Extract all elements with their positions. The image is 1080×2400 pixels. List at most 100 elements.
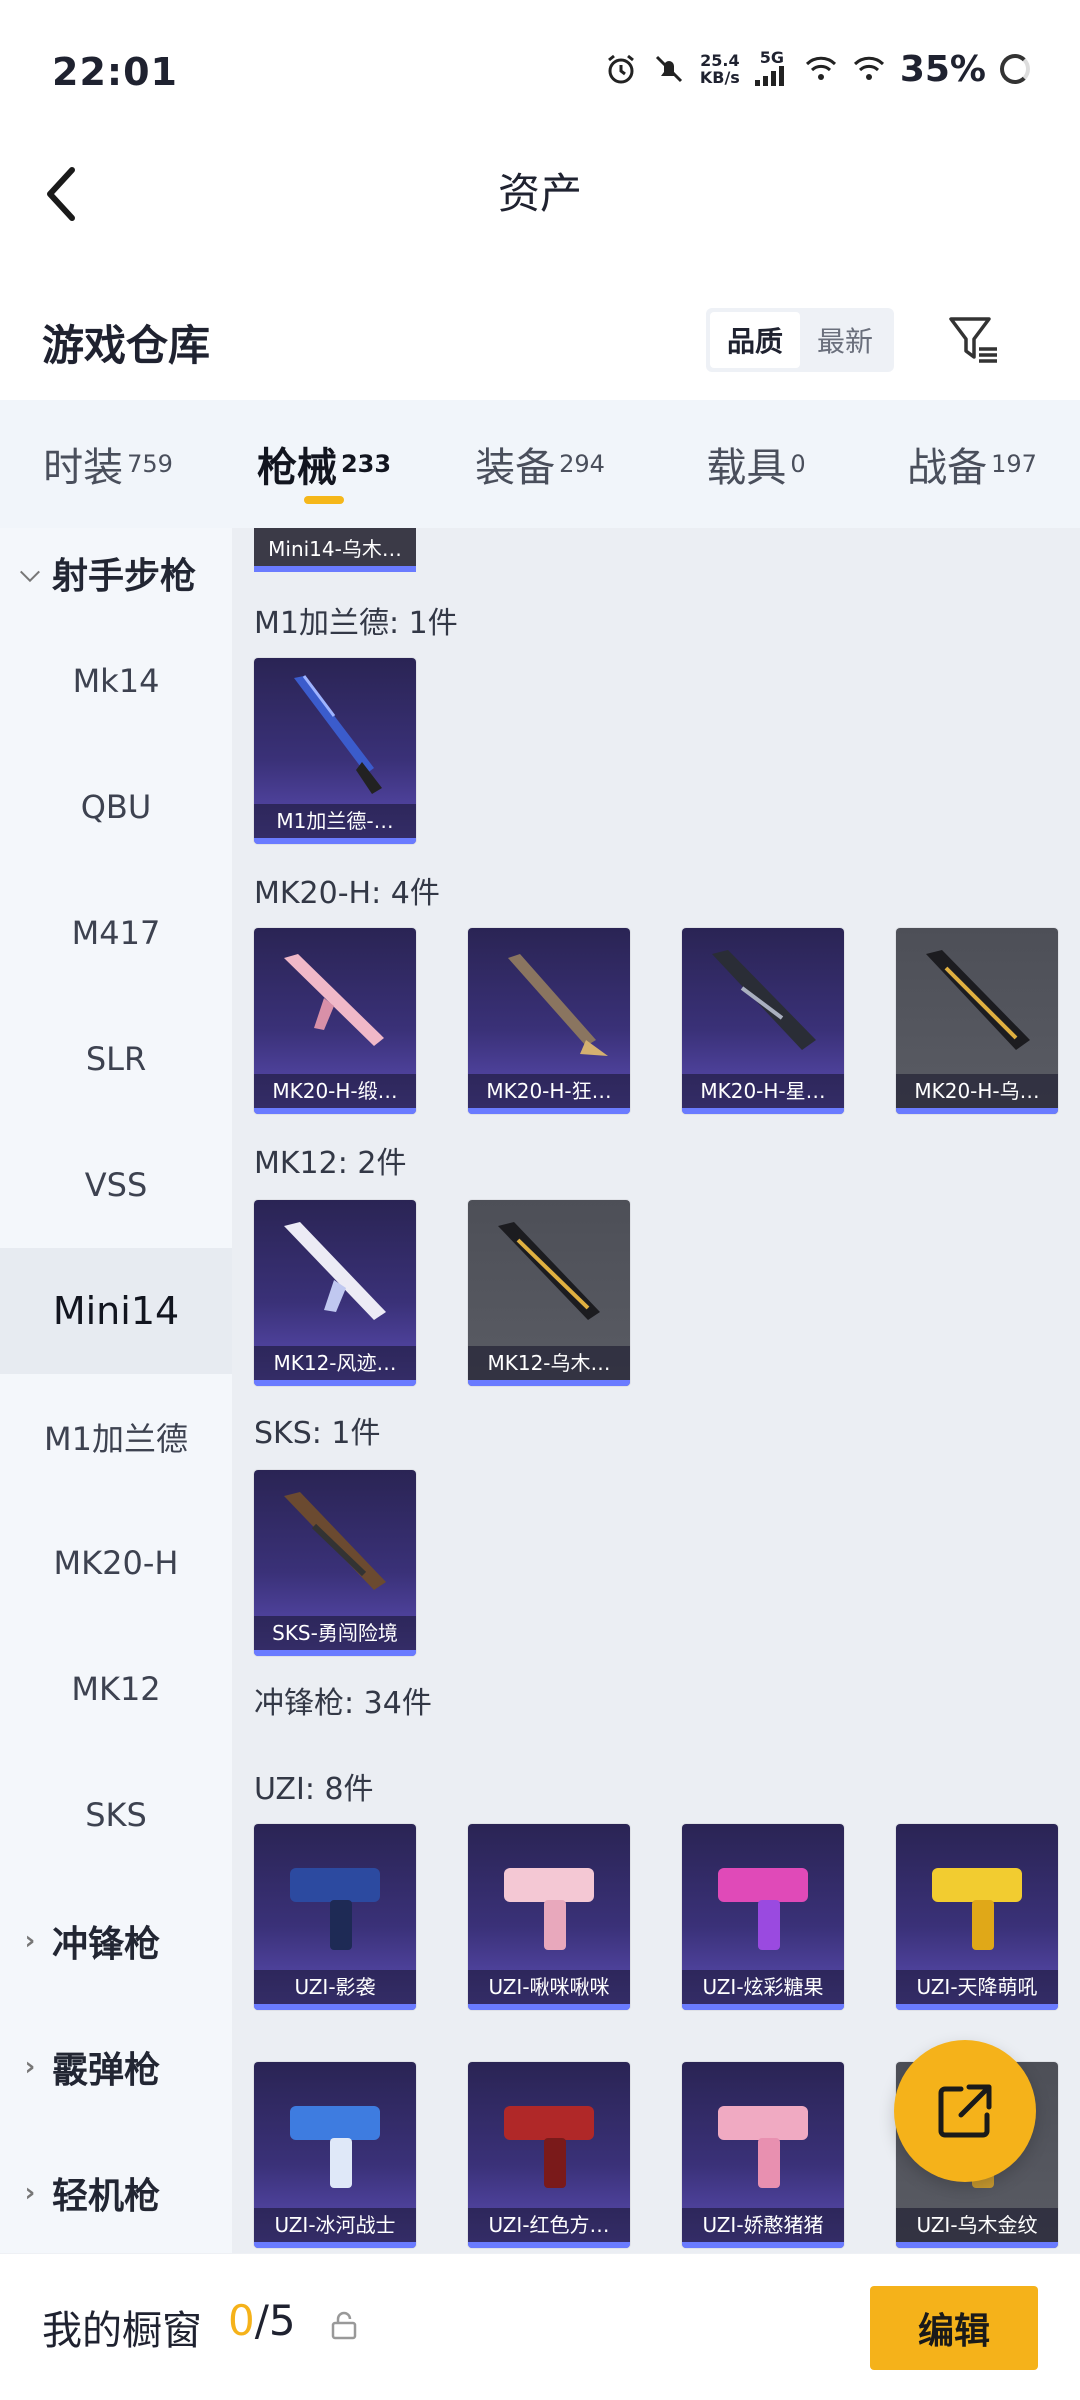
item-card[interactable]: UZI-天降萌吼 xyxy=(896,1824,1058,2010)
item-label: UZI-红色方… xyxy=(468,2208,630,2242)
item-card[interactable]: UZI-炫彩糖果 xyxy=(682,1824,844,2010)
tab-fashion[interactable]: 时装 759 xyxy=(0,400,216,528)
rifle-art-icon xyxy=(284,954,384,1046)
sidebar-item-slr[interactable]: SLR xyxy=(0,996,232,1122)
edit-button[interactable]: 编辑 xyxy=(870,2286,1038,2370)
sidebar-item-label: 轻机枪 xyxy=(52,2176,161,2217)
rifle-art-icon xyxy=(284,1492,386,1590)
smg-art-icon xyxy=(504,2106,594,2188)
quality-bar xyxy=(254,566,416,572)
quality-bar xyxy=(468,1108,630,1114)
item-card[interactable]: MK20-H-缎… xyxy=(254,928,416,1114)
item-label: MK20-H-星… xyxy=(682,1074,844,1108)
tab-label: 战备 xyxy=(907,445,988,491)
filter-button[interactable] xyxy=(938,304,1008,374)
item-card[interactable]: UZI-红色方… xyxy=(468,2062,630,2248)
chevron-right-icon: › xyxy=(24,2178,36,2208)
sidebar-category-smg[interactable]: › 冲锋枪 xyxy=(0,1878,232,2004)
sort-toggle: 品质 最新 xyxy=(706,308,894,372)
item-label: UZI-啾咪啾咪 xyxy=(468,1970,630,2004)
quality-bar xyxy=(254,1650,416,1656)
net-speed-unit: KB/s xyxy=(699,68,740,87)
item-grid: Mini14-乌木… M1加兰德: 1件 M1加兰德-… MK20-H: 4件 … xyxy=(232,528,1080,2253)
quality-bar xyxy=(468,2004,630,2010)
sort-newest-button[interactable]: 最新 xyxy=(800,312,890,368)
tab-label: 时装 xyxy=(43,445,124,491)
mute-icon xyxy=(655,55,682,83)
item-card[interactable]: UZI-冰河战士 xyxy=(254,2062,416,2248)
quality-bar xyxy=(682,2004,844,2010)
share-button[interactable] xyxy=(894,2040,1036,2182)
chevron-right-icon: › xyxy=(24,2052,36,2082)
sidebar-item-mk12[interactable]: MK12 xyxy=(0,1626,232,1752)
sort-quality-button[interactable]: 品质 xyxy=(710,312,800,368)
share-icon xyxy=(938,2084,992,2138)
tab-supplies[interactable]: 战备 197 xyxy=(864,400,1080,528)
rifle-art-icon xyxy=(498,1222,600,1320)
item-label: MK12-乌木… xyxy=(468,1346,630,1380)
net-speed: 25.4 KB/s xyxy=(700,52,740,86)
smg-art-icon xyxy=(290,1868,380,1950)
signal-icon xyxy=(754,66,784,86)
status-icons: 25.4 KB/s 5G 35% xyxy=(604,44,1030,94)
tab-equipment[interactable]: 装备 294 xyxy=(432,400,648,528)
sidebar-category-shotgun[interactable]: › 霰弹枪 xyxy=(0,2004,232,2130)
weapon-type-sidebar: ⌵ 射手步枪 Mk14 QBU M417 SLR VSS Mini14 M1加兰德… xyxy=(0,528,232,2253)
item-card[interactable]: UZI-影袭 xyxy=(254,1824,416,2010)
network-type: 5G xyxy=(754,49,790,89)
quality-bar xyxy=(254,1380,416,1386)
item-card[interactable]: UZI-娇憨猪猪 xyxy=(682,2062,844,2248)
sidebar-item-vss[interactable]: VSS xyxy=(0,1122,232,1248)
sidebar-item-qbu[interactable]: QBU xyxy=(0,744,232,870)
sidebar-item-mk20h[interactable]: MK20-H xyxy=(0,1500,232,1626)
item-label: MK20-H-缎… xyxy=(254,1074,416,1108)
item-card[interactable]: MK12-乌木… xyxy=(468,1200,630,1386)
tab-count: 759 xyxy=(127,450,173,478)
item-card[interactable]: MK20-H-狂… xyxy=(468,928,630,1114)
item-card[interactable]: MK20-H-乌… xyxy=(896,928,1058,1114)
group-title-m1-garand: M1加兰德: 1件 xyxy=(254,606,458,641)
item-label: UZI-冰河战士 xyxy=(254,2208,416,2242)
rifle-art-icon xyxy=(284,1222,386,1320)
rifle-art-icon xyxy=(712,950,816,1050)
item-card[interactable]: SKS-勇闯险境 xyxy=(254,1470,416,1656)
quality-bar xyxy=(682,1108,844,1114)
sidebar-item-m1-garand[interactable]: M1加兰德 xyxy=(0,1374,232,1500)
quality-bar xyxy=(254,2004,416,2010)
item-card[interactable]: MK20-H-星… xyxy=(682,928,844,1114)
wifi-icon-2 xyxy=(853,56,884,80)
sidebar-item-mini14[interactable]: Mini14 xyxy=(0,1248,232,1374)
item-card[interactable]: M1加兰德-… xyxy=(254,658,416,844)
group-title-mk12: MK12: 2件 xyxy=(254,1146,407,1181)
status-bar: 22:01 25.4 KB/s 5G 35% xyxy=(0,0,1080,140)
battery-ring-icon xyxy=(1000,54,1030,84)
status-time: 22:01 xyxy=(52,50,178,94)
warehouse-title: 游戏仓库 xyxy=(42,321,211,370)
item-label: MK12-风迹… xyxy=(254,1346,416,1380)
category-tabs: 时装 759 枪械 233 装备 294 载具 0 战备 197 xyxy=(0,400,1080,528)
sidebar-item-sks[interactable]: SKS xyxy=(0,1752,232,1878)
showcase-bar: 我的橱窗 0/5 编辑 xyxy=(0,2253,1080,2400)
app-header: 资产 xyxy=(0,140,1080,250)
showcase-count: 0/5 xyxy=(228,2296,296,2345)
item-label: UZI-娇憨猪猪 xyxy=(682,2208,844,2242)
item-card[interactable]: UZI-啾咪啾咪 xyxy=(468,1824,630,2010)
sidebar-category-marksman-rifle[interactable]: ⌵ 射手步枪 xyxy=(0,528,232,618)
tab-count: 197 xyxy=(991,450,1037,478)
item-card-partial[interactable]: Mini14-乌木… xyxy=(254,528,416,572)
battery-level: 35% xyxy=(899,48,986,90)
group-title-mk20h: MK20-H: 4件 xyxy=(254,876,440,911)
rifle-art-icon xyxy=(294,675,382,794)
tab-firearms[interactable]: 枪械 233 xyxy=(216,400,432,528)
quality-bar xyxy=(896,1108,1058,1114)
item-card[interactable]: MK12-风迹… xyxy=(254,1200,416,1386)
sidebar-category-lmg[interactable]: › 轻机枪 xyxy=(0,2130,232,2253)
warehouse-bar: 游戏仓库 品质 最新 xyxy=(0,290,1080,400)
tab-vehicles[interactable]: 载具 0 xyxy=(648,400,864,528)
showcase-label: 我的橱窗 xyxy=(42,2308,202,2354)
smg-art-icon xyxy=(718,1868,808,1950)
sidebar-item-mk14[interactable]: Mk14 xyxy=(0,618,232,744)
sidebar-item-m417[interactable]: M417 xyxy=(0,870,232,996)
smg-art-icon xyxy=(504,1868,594,1950)
tab-label: 装备 xyxy=(475,445,556,491)
